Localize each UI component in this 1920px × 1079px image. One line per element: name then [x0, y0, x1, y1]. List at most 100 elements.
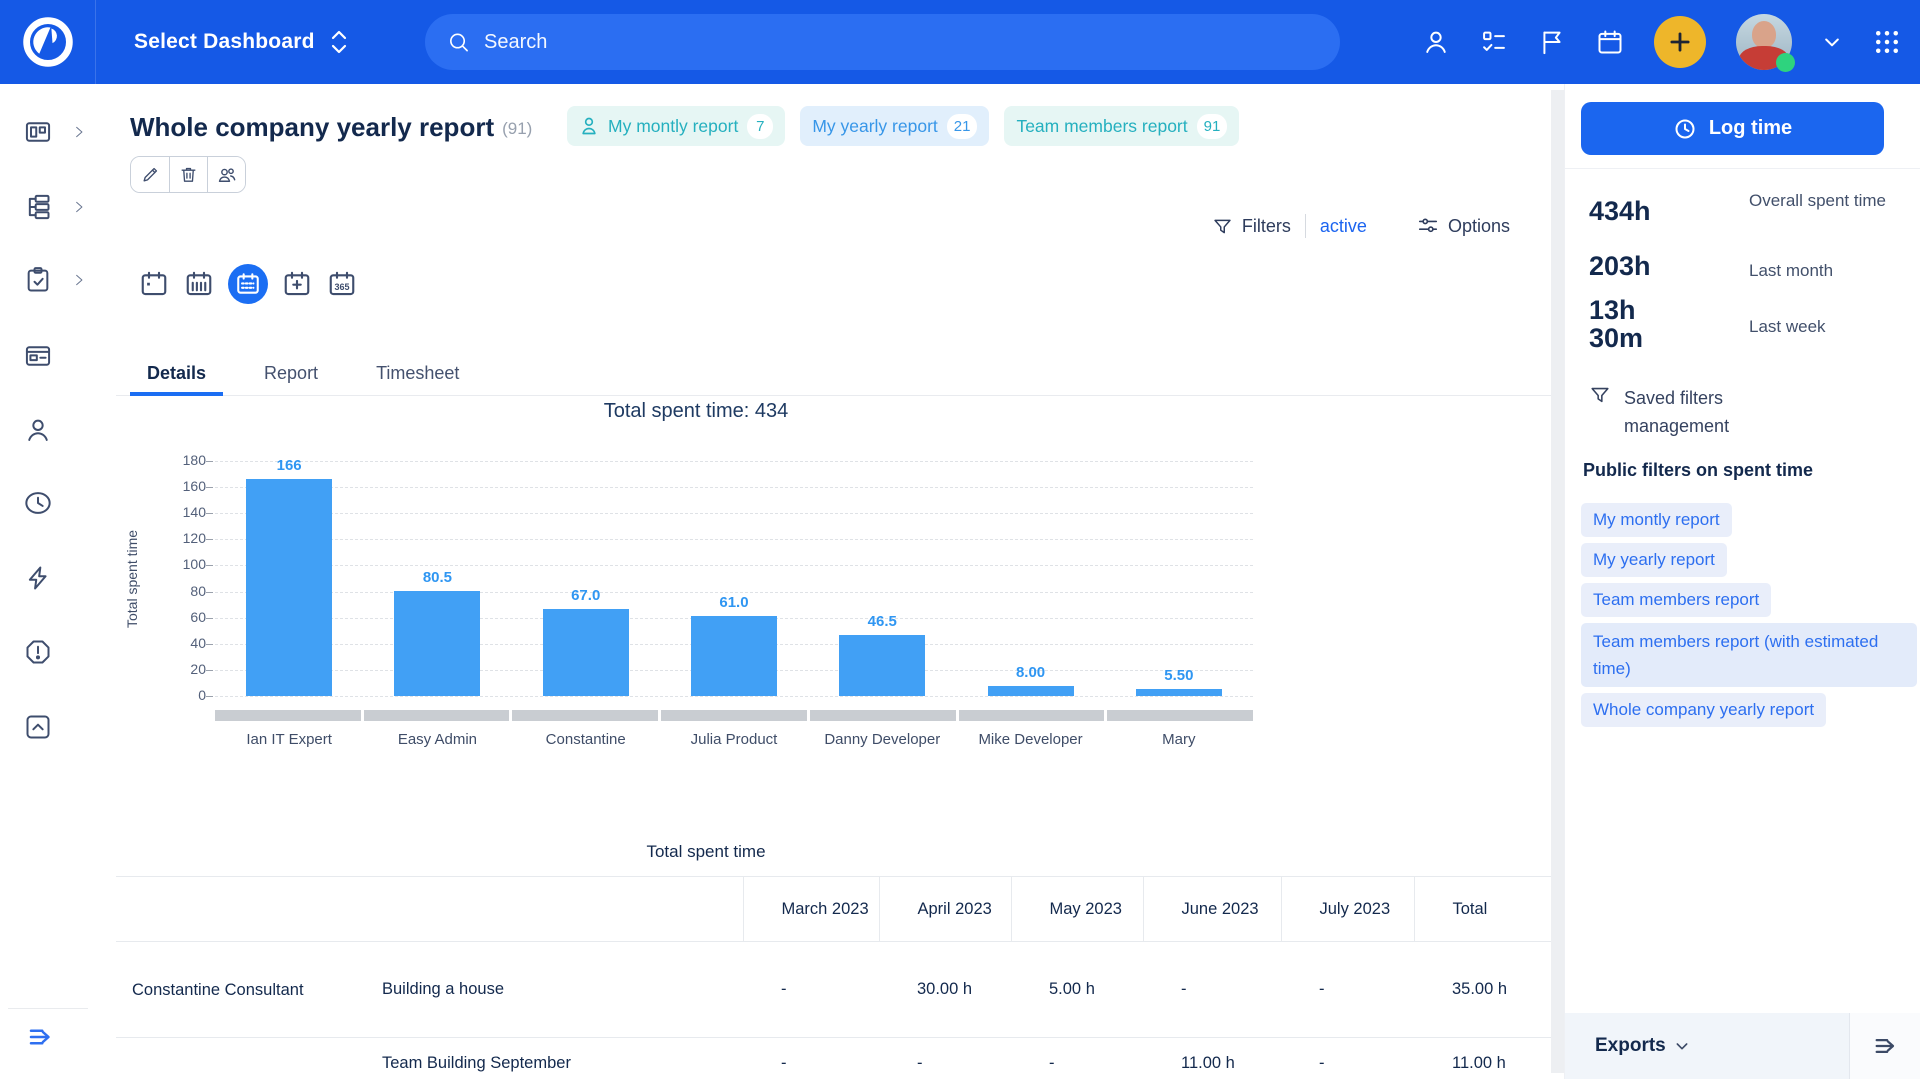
sidebar-item-people[interactable] [24, 416, 52, 444]
dashboard-selector[interactable]: Select Dashboard [134, 29, 349, 55]
pill-team-members-report[interactable]: Team members report 91 [1004, 106, 1239, 146]
bar-value-label: 67.0 [512, 587, 660, 604]
sidebar-item-quick-actions[interactable] [24, 564, 52, 592]
filter-chip-my-yearly-report[interactable]: My yearly report [1581, 543, 1727, 577]
scrollbar-segment [512, 710, 658, 721]
tab-report[interactable]: Report [247, 352, 335, 395]
view-year-button[interactable]: 365 [326, 268, 358, 300]
calendar-icon[interactable] [1596, 28, 1624, 56]
cell-user [116, 1038, 380, 1079]
log-time-label: Log time [1709, 117, 1792, 140]
saved-filters-label: Saved filters management [1624, 384, 1774, 440]
cell-hours: 30.00 h [879, 942, 1011, 1038]
sidebar-item-tasks[interactable] [24, 266, 52, 294]
chevron-right-icon[interactable] [72, 200, 86, 214]
chart-title: Total spent time: 434 [116, 400, 1276, 423]
edit-button[interactable] [131, 157, 169, 192]
search-bar [425, 14, 1340, 70]
filter-chip-team-members-report[interactable]: Team members report [1581, 583, 1771, 617]
chart-scrollbar[interactable] [215, 710, 1253, 721]
bar-value-label: 166 [215, 457, 363, 474]
view-day-button[interactable] [138, 268, 170, 300]
tab-timesheet[interactable]: Timesheet [359, 352, 476, 395]
bar-easy-admin[interactable] [394, 591, 480, 696]
y-tick-label: 180 [183, 452, 206, 468]
sidebar-item-dashboards[interactable] [24, 118, 52, 146]
collapse-panel-button[interactable] [1850, 1013, 1920, 1079]
pill-my-yearly-report[interactable]: My yearly report 21 [800, 106, 989, 146]
tick-mark [206, 696, 213, 697]
chevron-down-icon[interactable] [1822, 32, 1842, 52]
divider [1305, 214, 1306, 238]
cell-hours: - [1281, 1038, 1414, 1079]
view-month-button[interactable] [228, 264, 268, 304]
period-view-switcher: 365 [138, 264, 358, 304]
cell-hours: - [1011, 1038, 1143, 1079]
user-icon[interactable] [1422, 28, 1450, 56]
main-scrollbar[interactable] [1551, 90, 1564, 1073]
sidebar-item-collapse-section[interactable] [24, 713, 52, 741]
filter-chip-my-montly-report[interactable]: My montly report [1581, 503, 1732, 537]
public-filters-heading: Public filters on spent time [1583, 460, 1813, 481]
tick-mark [206, 670, 213, 671]
gridline [215, 565, 1253, 566]
exports-button[interactable]: Exports [1595, 1035, 1690, 1057]
bar-constantine[interactable] [543, 609, 629, 696]
view-add-button[interactable] [281, 268, 313, 300]
chevron-updown-icon [329, 29, 349, 55]
bar-julia-product[interactable] [691, 616, 777, 696]
tick-mark [206, 539, 213, 540]
clock-icon [24, 489, 52, 517]
expand-sidebar-button[interactable] [26, 1022, 56, 1052]
scrollbar-segment [215, 710, 361, 721]
chart-yaxis: 020406080100120140160180 [150, 461, 206, 696]
options-button[interactable]: Options [1417, 215, 1510, 237]
user-avatar[interactable] [1736, 14, 1792, 70]
gridline [215, 539, 1253, 540]
scrollbar-segment [364, 710, 510, 721]
clock-icon [1673, 117, 1697, 141]
chevron-right-icon[interactable] [72, 125, 86, 139]
pill-my-montly-report[interactable]: My montly report 7 [567, 106, 785, 146]
x-category-label: Mary [1105, 731, 1253, 748]
bar-ian-it-expert[interactable] [246, 479, 332, 696]
chevron-up-square-icon [24, 713, 52, 741]
cell-hours: - [743, 1038, 879, 1079]
bar-danny-developer[interactable] [839, 635, 925, 696]
sidebar-item-time[interactable] [24, 489, 52, 517]
chart-category-labels: Ian IT ExpertEasy AdminConstantineJulia … [215, 731, 1253, 748]
stat-last-week-value: 13h 30m [1589, 296, 1663, 352]
bar-mary[interactable] [1136, 689, 1222, 696]
flag-icon[interactable] [1538, 28, 1566, 56]
active-filter-link[interactable]: active [1320, 216, 1367, 237]
filters-button[interactable]: Filters [1212, 216, 1291, 237]
add-button[interactable] [1654, 16, 1706, 68]
search-input[interactable] [484, 31, 1318, 54]
log-time-button[interactable]: Log time [1581, 102, 1884, 155]
view-week-button[interactable] [183, 268, 215, 300]
chevron-right-icon[interactable] [72, 273, 86, 287]
checklist-icon[interactable] [1480, 28, 1508, 56]
pill-count-badge: 91 [1197, 114, 1228, 139]
filter-chip-team-members-report-with-estimated-time[interactable]: Team members report (with estimated time… [1581, 623, 1917, 687]
bar-mike-developer[interactable] [988, 686, 1074, 696]
assignees-button[interactable] [207, 157, 245, 192]
pill-label: My yearly report [812, 116, 937, 137]
delete-button[interactable] [169, 157, 207, 192]
filter-chip-whole-company-yearly-report[interactable]: Whole company yearly report [1581, 693, 1826, 727]
tab-details[interactable]: Details [130, 352, 223, 395]
left-sidebar [0, 84, 95, 1079]
dashboard-selector-label: Select Dashboard [134, 30, 315, 54]
sidebar-item-projects[interactable] [24, 193, 52, 221]
cell-hours: - [1143, 942, 1281, 1038]
apps-grid-icon[interactable] [1872, 27, 1902, 57]
sidebar-item-alerts[interactable] [24, 638, 52, 666]
online-status-dot [1776, 53, 1795, 72]
bar-value-label: 80.5 [363, 569, 511, 586]
alert-octagon-icon [24, 638, 52, 666]
saved-filters-management[interactable]: Saved filters management [1589, 384, 1774, 440]
sidebar-item-boards[interactable] [24, 342, 52, 370]
tick-mark [206, 513, 213, 514]
sliders-icon [1417, 215, 1439, 237]
app-logo[interactable] [0, 0, 96, 84]
